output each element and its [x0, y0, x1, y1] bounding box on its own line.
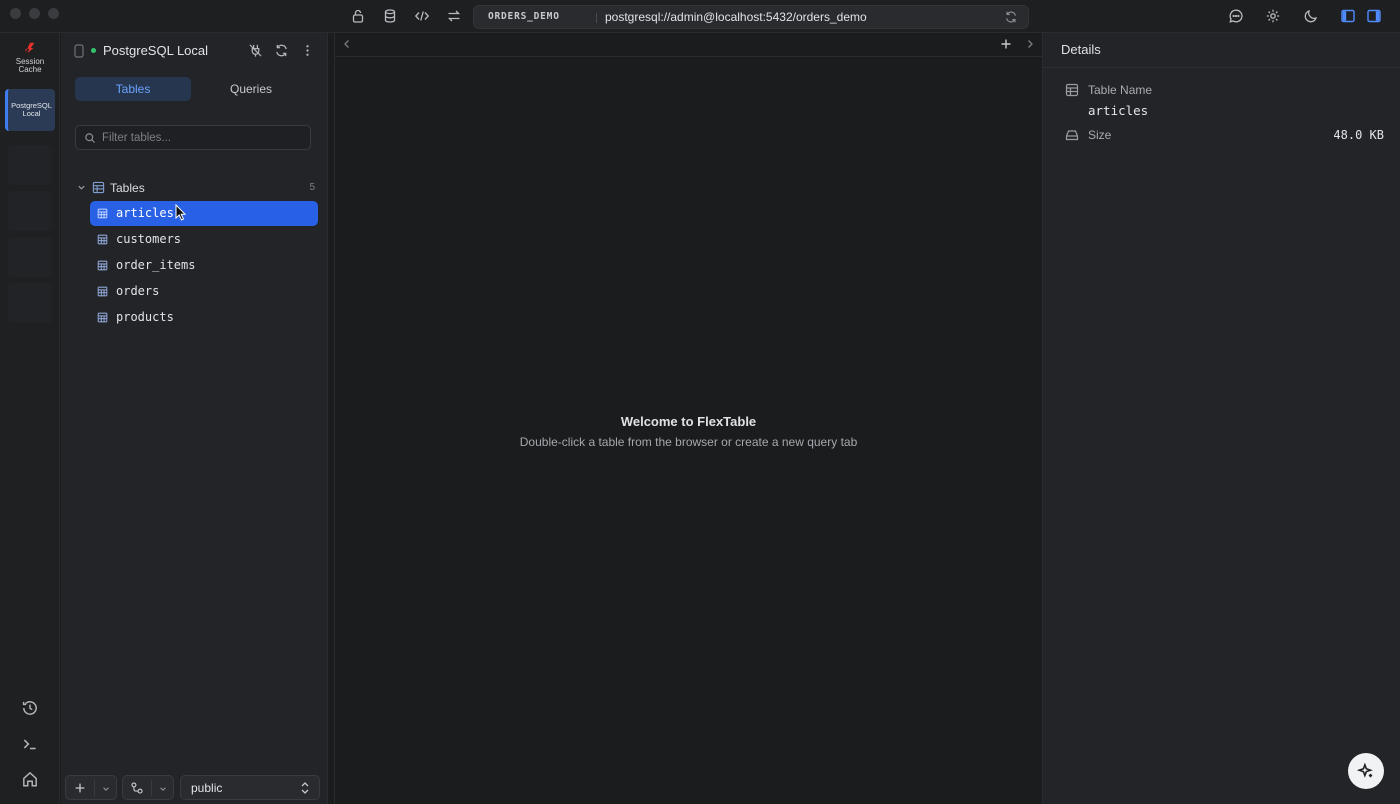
rail-empty-slot: [8, 283, 52, 323]
home-icon[interactable]: [21, 770, 39, 788]
relations-menu-button[interactable]: [122, 775, 174, 800]
table-item-articles[interactable]: articles: [90, 201, 318, 226]
chevron-up-down-icon: [300, 781, 310, 795]
add-menu-button[interactable]: [65, 775, 117, 800]
moon-icon[interactable]: [1303, 8, 1319, 24]
connection-db-icon: [74, 44, 84, 58]
sidebar-header: PostgreSQL Local: [61, 33, 328, 69]
refresh-icon[interactable]: [1004, 10, 1018, 24]
table-item-order-items[interactable]: order_items: [90, 253, 318, 278]
table-name-label: Table Name: [1088, 83, 1153, 97]
filter-tables-input[interactable]: [102, 129, 302, 147]
tab-queries[interactable]: Queries: [193, 77, 309, 101]
table-grid-icon: [97, 208, 108, 219]
new-tab-plus-icon[interactable]: [1000, 38, 1012, 50]
schema-select[interactable]: public: [180, 775, 320, 800]
terminal-icon[interactable]: [21, 735, 39, 753]
window-close-button[interactable]: [10, 8, 21, 19]
swap-icon[interactable]: [446, 8, 462, 24]
ai-assistant-button[interactable]: [1348, 753, 1384, 789]
table-grid-icon: [97, 260, 108, 271]
lock-icon[interactable]: [350, 8, 366, 24]
connection-url[interactable]: postgresql://admin@localhost:5432/orders…: [605, 10, 867, 24]
window-zoom-button[interactable]: [48, 8, 59, 19]
main-workspace: Welcome to FlexTable Double-click a tabl…: [334, 33, 1042, 804]
history-icon[interactable]: [21, 699, 39, 717]
disconnect-icon[interactable]: [248, 43, 263, 58]
schema-select-value: public: [191, 781, 223, 795]
storage-icon: [1065, 128, 1079, 142]
filter-tables-field[interactable]: [75, 125, 311, 150]
database-icon[interactable]: [382, 8, 398, 24]
button-divider: [151, 780, 152, 796]
tree-group-label: Tables: [110, 181, 145, 195]
code-icon[interactable]: [414, 8, 430, 24]
table-item-label: orders: [116, 284, 160, 298]
table-grid-icon: [97, 286, 108, 297]
table-grid-icon: [97, 312, 108, 323]
size-value: 48.0 KB: [1333, 128, 1384, 142]
sidebar-right-icon[interactable]: [1366, 8, 1382, 24]
sidebar-left-icon[interactable]: [1340, 8, 1356, 24]
table-name-value: articles: [1088, 103, 1149, 118]
refresh-icon[interactable]: [274, 43, 289, 58]
welcome-title: Welcome to FlexTable: [620, 414, 757, 429]
title-bar: ORDERS_DEMO postgresql://admin@localhost…: [0, 0, 1400, 33]
chevron-left-icon[interactable]: [341, 38, 353, 50]
tree-group-tables[interactable]: Tables 5: [75, 179, 315, 197]
mouse-cursor-icon: [175, 204, 187, 222]
table-item-label: articles: [116, 206, 174, 220]
chevron-down-icon[interactable]: [159, 785, 167, 793]
gear-icon[interactable]: [1265, 8, 1281, 24]
details-panel: Details Table Name articles Size 48.0 KB: [1042, 33, 1400, 804]
table-item-orders[interactable]: orders: [90, 279, 318, 304]
table-grid-icon: [1065, 83, 1079, 97]
table-item-label: order_items: [116, 258, 196, 272]
chevron-down-icon[interactable]: [77, 183, 86, 192]
size-label: Size: [1088, 128, 1112, 142]
table-browser-sidebar: PostgreSQL Local Tables Queries Tables 5: [61, 33, 328, 804]
chevron-down-icon[interactable]: [102, 785, 110, 793]
session-cache-label: Session Cache: [15, 57, 45, 74]
connection-separator: [596, 13, 597, 23]
details-divider: [1043, 67, 1400, 68]
connection-rail: Session Cache PostgreSQL Local: [0, 33, 60, 804]
connection-badge: ORDERS_DEMO: [488, 11, 560, 22]
table-item-customers[interactable]: customers: [90, 227, 318, 252]
connection-bar[interactable]: ORDERS_DEMO postgresql://admin@localhost…: [473, 5, 1029, 29]
window-minimize-button[interactable]: [29, 8, 40, 19]
search-icon: [84, 132, 96, 144]
rail-empty-slot: [8, 237, 52, 277]
connection-status-dot: [91, 48, 96, 53]
relations-icon[interactable]: [130, 781, 144, 795]
welcome-subtitle: Double-click a table from the browser or…: [519, 435, 858, 449]
sparkle-icon: [1357, 762, 1373, 778]
tab-tables[interactable]: Tables: [75, 77, 191, 101]
plus-icon[interactable]: [73, 781, 87, 795]
chevron-right-icon[interactable]: [1024, 38, 1036, 50]
query-tab-bar: [335, 33, 1042, 57]
sidebar-tabs: Tables Queries: [75, 77, 315, 101]
rail-empty-slot: [8, 145, 52, 185]
more-vertical-icon[interactable]: [300, 43, 315, 58]
chat-icon[interactable]: [1228, 8, 1244, 24]
brand-logo-icon: [25, 42, 35, 54]
button-divider: [94, 780, 95, 796]
table-grid-icon: [92, 181, 105, 194]
table-grid-icon: [97, 234, 108, 245]
tree-group-count: 5: [309, 182, 315, 193]
details-title: Details: [1061, 42, 1101, 57]
table-item-products[interactable]: products: [90, 305, 318, 330]
rail-connection-label: PostgreSQL Local: [11, 101, 52, 118]
table-item-label: customers: [116, 232, 182, 246]
rail-empty-slot: [8, 191, 52, 231]
table-item-label: products: [116, 310, 174, 324]
connection-name: PostgreSQL Local: [103, 43, 209, 58]
session-cache-logo[interactable]: Session Cache: [0, 41, 60, 74]
rail-connection-postgresql-local[interactable]: PostgreSQL Local: [5, 89, 55, 131]
